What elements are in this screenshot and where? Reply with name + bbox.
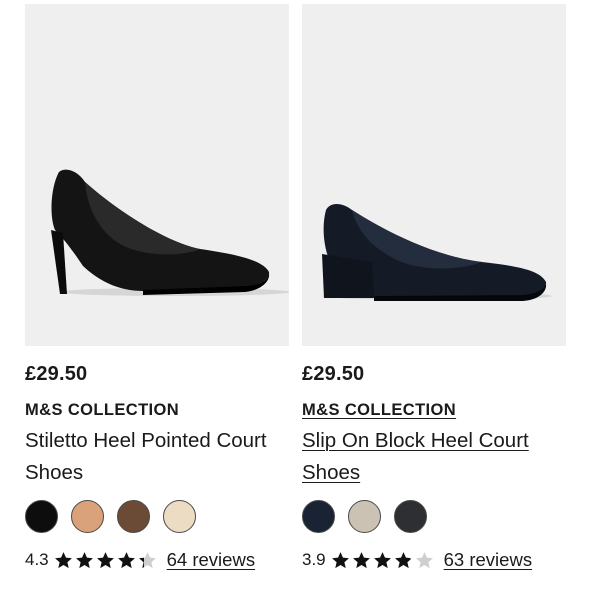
star-filled-icon xyxy=(331,551,349,568)
swatch-cream[interactable] xyxy=(163,500,196,533)
product-price: £29.50 xyxy=(302,363,365,385)
star-partial-icon xyxy=(394,551,412,568)
product-brand-link[interactable]: M&S COLLECTION xyxy=(302,401,456,420)
rating-row: 4.3 64 reviews xyxy=(25,549,255,571)
color-swatches xyxy=(302,500,427,533)
star-partial-icon xyxy=(138,551,156,568)
swatch-taupe[interactable] xyxy=(348,500,381,533)
swatch-black[interactable] xyxy=(25,500,58,533)
swatch-navy[interactable] xyxy=(302,500,335,533)
rating-score: 3.9 xyxy=(302,550,326,569)
product-image[interactable] xyxy=(25,4,289,346)
star-filled-icon xyxy=(75,551,93,568)
product-price: £29.50 xyxy=(25,363,88,385)
star-rating xyxy=(54,551,157,570)
product-title[interactable]: Stiletto Heel Pointed Court Shoes xyxy=(25,425,295,489)
product-title-link[interactable]: Slip On Block Heel Court Shoes xyxy=(302,425,572,489)
navy-block-heel-shoe-image xyxy=(322,204,552,301)
color-swatches xyxy=(25,500,196,533)
swatch-brown[interactable] xyxy=(117,500,150,533)
star-filled-icon xyxy=(373,551,391,568)
black-stiletto-shoe-image xyxy=(51,169,289,296)
star-filled-icon xyxy=(352,551,370,568)
product-image[interactable] xyxy=(302,4,566,346)
star-filled-icon xyxy=(96,551,114,568)
swatch-nude[interactable] xyxy=(71,500,104,533)
product-brand: M&S COLLECTION xyxy=(25,401,180,419)
star-rating xyxy=(331,551,434,570)
star-filled-icon xyxy=(117,551,135,568)
reviews-link[interactable]: 63 reviews xyxy=(444,549,532,571)
swatch-charcoal[interactable] xyxy=(394,500,427,533)
reviews-link[interactable]: 64 reviews xyxy=(167,549,255,571)
rating-score: 4.3 xyxy=(25,550,49,569)
star-empty-icon xyxy=(415,551,433,568)
star-filled-icon xyxy=(54,551,72,568)
rating-row: 3.9 63 reviews xyxy=(302,549,532,571)
